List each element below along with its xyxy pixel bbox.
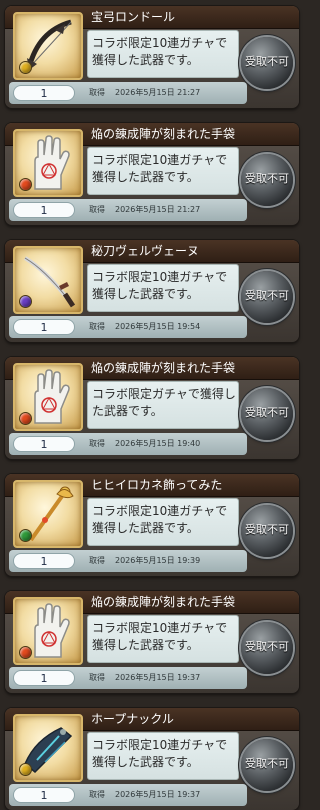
quantity-badge: 1 <box>13 670 75 686</box>
card-footer: 1 取得 2026年5月15日 19:54 <box>9 316 247 338</box>
acquired-label: 取得 <box>89 439 105 448</box>
element-badge-icon <box>19 178 32 191</box>
item-description: コラボ限定ガチャで獲得した武器です。 <box>92 387 236 418</box>
receive-disabled-button[interactable]: 受取不可 <box>241 271 293 323</box>
receive-disabled-button[interactable]: 受取不可 <box>241 739 293 791</box>
item-description: コラボ限定10連ガチャで獲得した武器です。 <box>92 153 228 184</box>
item-name: 焔の錬成陣が刻まれた手袋 <box>91 361 236 375</box>
element-badge-icon <box>19 295 32 308</box>
receive-button-label: 受取不可 <box>245 55 289 68</box>
item-description: コラボ限定10連ガチャで獲得した武器です。 <box>92 504 228 535</box>
receive-disabled-button[interactable]: 受取不可 <box>241 505 293 557</box>
card-footer: 1 取得 2026年5月15日 19:39 <box>9 550 247 572</box>
receive-button-label: 受取不可 <box>245 757 289 770</box>
item-description: コラボ限定10連ガチャで獲得した武器です。 <box>92 270 228 301</box>
present-card: ホープナックル コラボ限定10連ガチャで獲得した武器です。 受取不可 1 取得 … <box>5 708 299 810</box>
acquired-label: 取得 <box>89 556 105 565</box>
receive-button-label: 受取不可 <box>245 406 289 419</box>
description-box: コラボ限定10連ガチャで獲得した武器です。 <box>87 147 239 195</box>
present-card: 焔の錬成陣が刻まれた手袋 コラボ限定10連ガチャで獲得した武器です。 受取不可 … <box>5 123 299 225</box>
quantity-badge: 1 <box>13 787 75 803</box>
present-card: 秘刀ヴェルヴェーヌ コラボ限定10連ガチャで獲得した武器です。 受取不可 1 取… <box>5 240 299 342</box>
acquired-label: 取得 <box>89 205 105 214</box>
card-footer: 1 取得 2026年5月15日 21:27 <box>9 82 247 104</box>
quantity-badge: 1 <box>13 85 75 101</box>
element-badge-icon <box>19 412 32 425</box>
element-badge-icon <box>19 646 32 659</box>
present-card: 焔の錬成陣が刻まれた手袋 コラボ限定10連ガチャで獲得した武器です。 受取不可 … <box>5 591 299 693</box>
item-thumbnail[interactable] <box>13 480 83 548</box>
description-box: コラボ限定10連ガチャで獲得した武器です。 <box>87 732 239 780</box>
quantity-badge: 1 <box>13 436 75 452</box>
present-card: ヒヒイロカネ飾ってみた コラボ限定10連ガチャで獲得した武器です。 受取不可 1… <box>5 474 299 576</box>
acquired-date: 2026年5月15日 19:37 <box>115 673 201 682</box>
item-description: コラボ限定10連ガチャで獲得した武器です。 <box>92 738 228 769</box>
description-box: コラボ限定10連ガチャで獲得した武器です。 <box>87 615 239 663</box>
acquired-label: 取得 <box>89 322 105 331</box>
item-description: コラボ限定10連ガチャで獲得した武器です。 <box>92 36 228 67</box>
card-footer: 1 取得 2026年5月15日 21:27 <box>9 199 247 221</box>
item-thumbnail[interactable] <box>13 597 83 665</box>
receive-disabled-button[interactable]: 受取不可 <box>241 37 293 89</box>
quantity-badge: 1 <box>13 202 75 218</box>
item-thumbnail[interactable] <box>13 129 83 197</box>
acquired-label: 取得 <box>89 88 105 97</box>
present-list: 宝弓ロンドール コラボ限定10連ガチャで獲得した武器です。 受取不可 1 取得 … <box>0 0 304 810</box>
receive-disabled-button[interactable]: 受取不可 <box>241 154 293 206</box>
receive-button-label: 受取不可 <box>245 172 289 185</box>
receive-disabled-button[interactable]: 受取不可 <box>241 622 293 674</box>
quantity-badge: 1 <box>13 553 75 569</box>
item-thumbnail[interactable] <box>13 246 83 314</box>
present-card: 焔の錬成陣が刻まれた手袋 コラボ限定ガチャで獲得した武器です。 受取不可 1 取… <box>5 357 299 459</box>
present-card: 宝弓ロンドール コラボ限定10連ガチャで獲得した武器です。 受取不可 1 取得 … <box>5 6 299 108</box>
acquired-date: 2026年5月15日 19:54 <box>115 322 201 331</box>
receive-button-label: 受取不可 <box>245 289 289 302</box>
item-name: 焔の錬成陣が刻まれた手袋 <box>91 127 236 141</box>
item-name: 秘刀ヴェルヴェーヌ <box>91 244 200 258</box>
description-box: コラボ限定10連ガチャで獲得した武器です。 <box>87 498 239 546</box>
description-box: コラボ限定10連ガチャで獲得した武器です。 <box>87 264 239 312</box>
element-badge-icon <box>19 763 32 776</box>
acquired-date: 2026年5月15日 21:27 <box>115 88 201 97</box>
acquired-label: 取得 <box>89 790 105 799</box>
acquired-label: 取得 <box>89 673 105 682</box>
acquired-date: 2026年5月15日 19:37 <box>115 790 201 799</box>
acquired-date: 2026年5月15日 21:27 <box>115 205 201 214</box>
acquired-date: 2026年5月15日 19:40 <box>115 439 201 448</box>
item-name: ホープナックル <box>91 712 174 726</box>
element-badge-icon <box>19 529 32 542</box>
item-thumbnail[interactable] <box>13 363 83 431</box>
description-box: コラボ限定ガチャで獲得した武器です。 <box>87 381 239 429</box>
item-name: 焔の錬成陣が刻まれた手袋 <box>91 595 236 609</box>
card-footer: 1 取得 2026年5月15日 19:37 <box>9 784 247 806</box>
card-footer: 1 取得 2026年5月15日 19:37 <box>9 667 247 689</box>
acquired-date: 2026年5月15日 19:39 <box>115 556 201 565</box>
item-thumbnail[interactable] <box>13 12 83 80</box>
description-box: コラボ限定10連ガチャで獲得した武器です。 <box>87 30 239 78</box>
item-name: 宝弓ロンドール <box>91 10 176 24</box>
item-description: コラボ限定10連ガチャで獲得した武器です。 <box>92 621 228 652</box>
receive-disabled-button[interactable]: 受取不可 <box>241 388 293 440</box>
item-thumbnail[interactable] <box>13 714 83 782</box>
receive-button-label: 受取不可 <box>245 523 289 536</box>
item-name: ヒヒイロカネ飾ってみた <box>91 478 223 492</box>
card-footer: 1 取得 2026年5月15日 19:40 <box>9 433 247 455</box>
quantity-badge: 1 <box>13 319 75 335</box>
receive-button-label: 受取不可 <box>245 640 289 653</box>
element-badge-icon <box>19 61 32 74</box>
